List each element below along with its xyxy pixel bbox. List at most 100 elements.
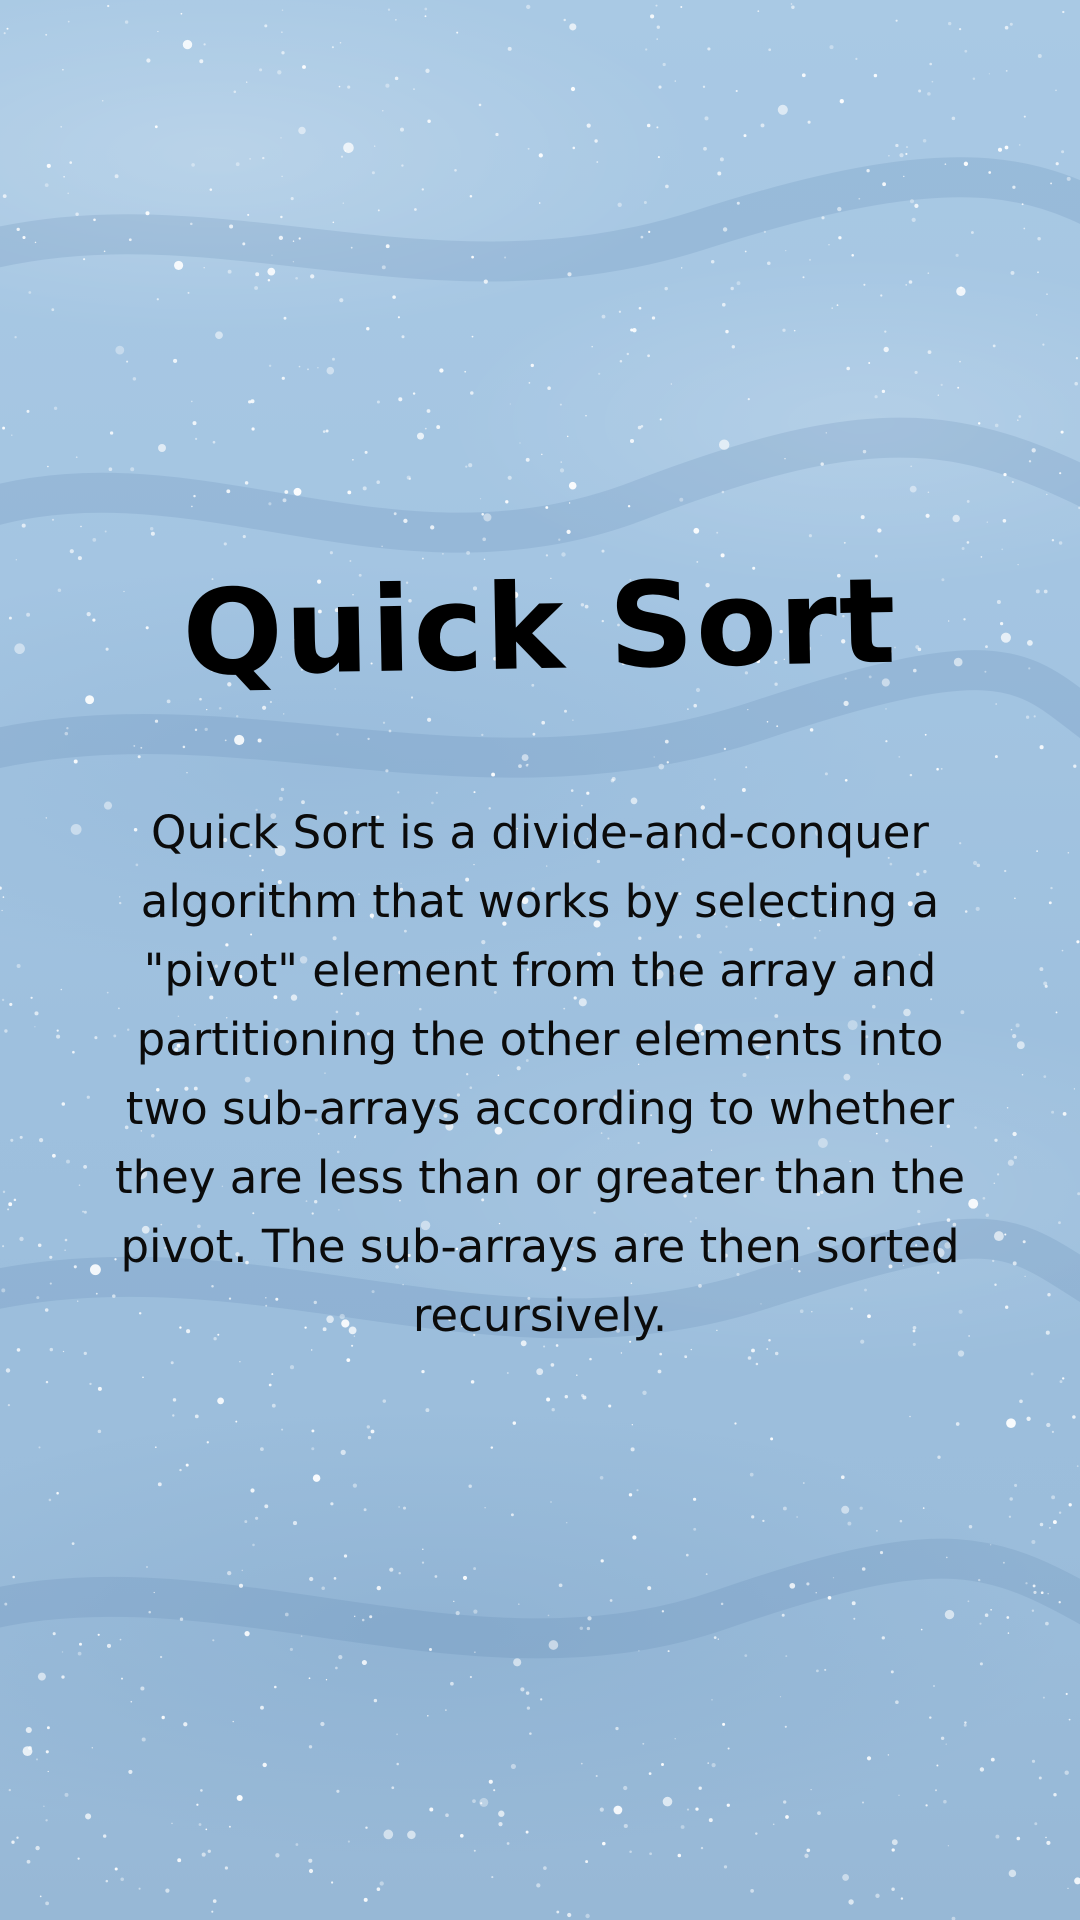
sparkle <box>628 1493 633 1497</box>
sparkle <box>615 1726 619 1731</box>
sparkle <box>363 1508 367 1512</box>
sparkle <box>44 1308 49 1312</box>
sparkle <box>199 59 204 64</box>
sparkle <box>963 1723 967 1727</box>
sparkle <box>145 211 150 216</box>
sparkle <box>1018 144 1021 146</box>
sparkle <box>790 3 793 5</box>
sparkle <box>456 31 459 34</box>
sparkle <box>11 1840 15 1844</box>
sparkle <box>1030 1372 1034 1376</box>
sparkle <box>232 1720 234 1723</box>
sparkle <box>1076 940 1080 944</box>
sparkle <box>398 1506 400 1508</box>
sparkle <box>77 1300 79 1302</box>
sparkle <box>298 365 301 368</box>
sparkle <box>547 1614 550 1617</box>
sparkle <box>398 397 403 402</box>
sparkle <box>70 823 82 835</box>
sparkle <box>86 1095 90 1099</box>
sparkle <box>1004 145 1009 150</box>
sparkle <box>280 215 283 219</box>
sparkle <box>103 1834 107 1838</box>
sparkle <box>137 755 141 759</box>
sparkle <box>217 1397 224 1405</box>
sparkle <box>347 1840 350 1843</box>
sparkle <box>278 235 284 241</box>
sparkle <box>1051 1110 1055 1114</box>
sparkle <box>292 240 295 242</box>
sparkle <box>62 68 64 71</box>
sparkle <box>108 467 113 472</box>
sparkle <box>454 169 457 172</box>
sparkle <box>11 434 13 436</box>
sparkle <box>662 62 666 67</box>
sparkle <box>1045 1330 1050 1335</box>
sparkle <box>408 477 411 480</box>
sparkle <box>262 705 267 710</box>
sparkle <box>757 10 760 13</box>
sparkle <box>483 279 488 284</box>
sparkle <box>885 708 887 710</box>
sparkle <box>157 1482 162 1487</box>
sparkle <box>824 1668 827 1671</box>
sparkle <box>212 1639 215 1642</box>
sparkle <box>986 521 988 523</box>
sparkle <box>376 1887 381 1891</box>
sparkle <box>483 513 492 522</box>
sparkle <box>45 1750 49 1754</box>
sparkle <box>747 1356 752 1360</box>
sparkle <box>471 255 474 259</box>
sparkle <box>726 1803 730 1807</box>
sparkle <box>586 123 591 128</box>
sparkle <box>1060 430 1064 434</box>
sparkle <box>49 1255 53 1259</box>
sparkle <box>518 1603 520 1605</box>
sparkle <box>158 444 166 452</box>
sparkle <box>929 62 932 66</box>
sparkle <box>955 1422 960 1426</box>
sparkle <box>585 1913 590 1919</box>
sparkle <box>868 362 871 364</box>
sparkle <box>770 1437 774 1441</box>
sparkle <box>862 449 867 454</box>
sparkle <box>895 143 899 148</box>
sparkle <box>346 1358 351 1362</box>
sparkle <box>427 1715 429 1717</box>
sparkle <box>657 156 660 159</box>
sparkle <box>412 392 416 395</box>
sparkle <box>791 5 795 10</box>
sparkle <box>990 1757 995 1762</box>
sparkle <box>855 57 858 60</box>
sparkle <box>1024 1275 1026 1278</box>
sparkle <box>37 1672 46 1681</box>
sparkle <box>506 1842 510 1845</box>
sparkle <box>363 1897 368 1902</box>
sparkle <box>1004 869 1007 873</box>
sparkle <box>47 1770 49 1773</box>
sparkle <box>722 302 726 307</box>
sparkle <box>679 497 684 502</box>
sparkle <box>473 1609 478 1614</box>
sparkle <box>49 1347 54 1352</box>
sparkle <box>513 1658 522 1667</box>
sparkle <box>629 438 635 444</box>
sparkle <box>977 422 981 425</box>
sparkle <box>26 409 30 413</box>
sparkle <box>927 272 930 274</box>
sparkle <box>940 768 943 770</box>
sparkle <box>1064 1770 1069 1775</box>
sparkle <box>1012 1033 1017 1039</box>
sparkle <box>1014 1483 1018 1487</box>
sparkle <box>837 206 842 212</box>
sparkle <box>203 43 206 46</box>
sparkle <box>659 418 662 421</box>
sparkle <box>895 19 898 22</box>
sparkle <box>206 1441 209 1444</box>
sparkle <box>817 1811 821 1815</box>
sparkle <box>1040 1591 1044 1595</box>
sparkle <box>49 1282 52 1285</box>
sparkle <box>1073 764 1077 768</box>
sparkle <box>693 1527 697 1531</box>
sparkle <box>843 541 846 544</box>
